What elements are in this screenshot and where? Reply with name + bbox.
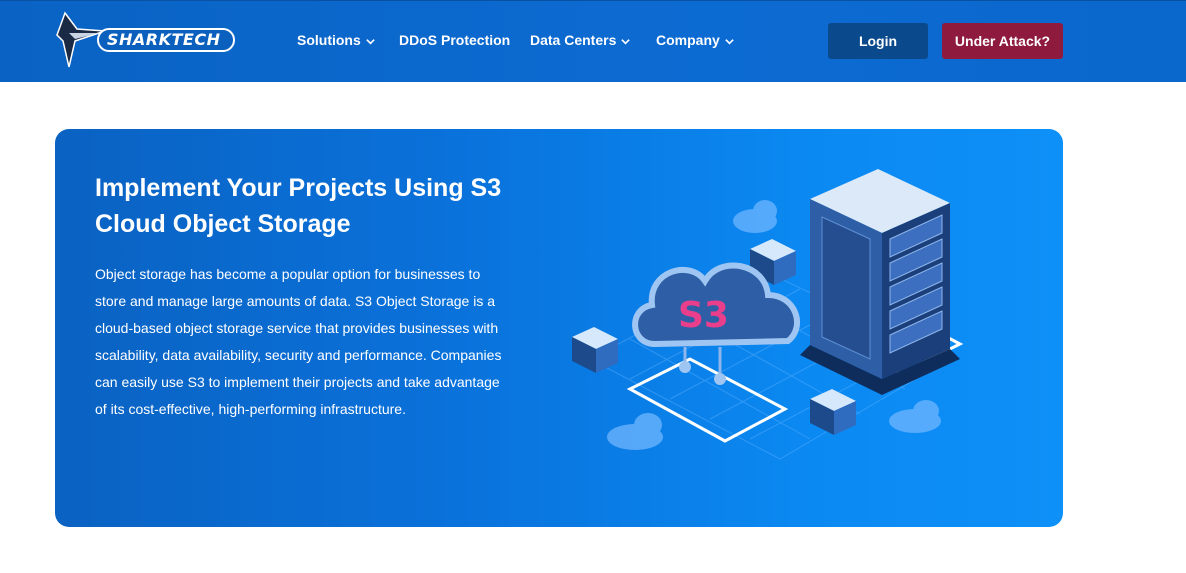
- nav-item-label: DDoS Protection: [399, 32, 511, 48]
- data-cube-icon: [572, 327, 618, 373]
- under-attack-button[interactable]: Under Attack?: [942, 23, 1063, 59]
- login-button[interactable]: Login: [828, 23, 928, 59]
- logo-text: SHARKTECH: [107, 30, 221, 49]
- nav-item-ddos-protection[interactable]: DDoS Protection: [399, 32, 510, 48]
- server-rack-icon: [800, 169, 960, 395]
- chevron-down-icon: [366, 38, 375, 45]
- cloud-storage-illustration: S3: [572, 169, 964, 460]
- nav-item-label: Company: [656, 32, 720, 48]
- chevron-down-icon: [621, 38, 631, 45]
- nav-item-data-centers[interactable]: Data Centers: [530, 32, 631, 48]
- chevron-down-icon: [725, 38, 734, 45]
- sharktech-logo[interactable]: SHARKTECH: [55, 7, 240, 73]
- top-navigation: SHARKTECH Solutions DDoS Protection Data…: [0, 0, 1186, 82]
- nav-item-label: Solutions: [297, 32, 361, 48]
- s3-label: S3: [678, 295, 729, 336]
- nav-item-label: Data Centers: [530, 32, 617, 48]
- hero-banner: Implement Your Projects Using S3 Cloud O…: [55, 129, 1063, 527]
- nav-item-company[interactable]: Company: [656, 32, 735, 48]
- hero-title: Implement Your Projects Using S3 Cloud O…: [95, 174, 502, 238]
- nav-item-solutions[interactable]: Solutions: [297, 32, 376, 48]
- hero-description: Object storage has become a popular opti…: [95, 266, 502, 417]
- data-cube-icon: [810, 389, 856, 435]
